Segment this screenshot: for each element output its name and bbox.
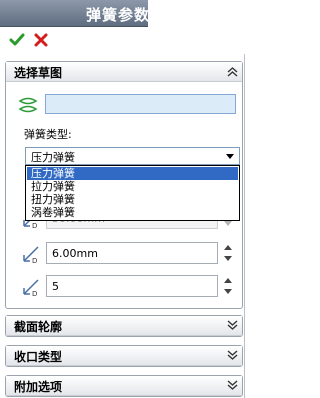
- action-bar: [0, 27, 248, 55]
- extra-section: 附加选项: [5, 375, 243, 397]
- chevron-up-icon[interactable]: [227, 66, 238, 77]
- spring-type-select[interactable]: 压力弹簧: [25, 147, 240, 165]
- chevron-down-icon[interactable]: [226, 154, 234, 159]
- spin-up-icon[interactable]: [220, 242, 236, 253]
- svg-text:D: D: [32, 222, 37, 230]
- turns-spinner[interactable]: [220, 275, 236, 297]
- spring-type-option[interactable]: 扭力弹簧: [27, 193, 238, 206]
- sketch-selection-box[interactable]: [45, 94, 236, 114]
- pitch-input[interactable]: 6.00mm: [46, 242, 218, 264]
- sketch-section: 选择草图 弹簧类型: 压力弹簧 压力弹簧 拉力弹簧 扭力弹簧 涡卷弹簧 D D …: [5, 61, 243, 309]
- chevron-down-icon[interactable]: [227, 380, 238, 391]
- turns-value: 5: [52, 280, 59, 293]
- svg-text:D: D: [32, 290, 37, 298]
- profile-section-header[interactable]: 截面轮廓: [6, 316, 242, 336]
- closure-section: 收口类型: [5, 345, 243, 367]
- profile-section: 截面轮廓: [5, 315, 243, 337]
- spring-type-option[interactable]: 涡卷弹簧: [27, 206, 238, 219]
- spring-type-dropdown: 压力弹簧 拉力弹簧 扭力弹簧 涡卷弹簧: [25, 165, 240, 221]
- extra-section-header[interactable]: 附加选项: [6, 376, 242, 396]
- chevron-down-icon[interactable]: [227, 320, 238, 331]
- spin-down-icon[interactable]: [220, 286, 236, 297]
- spring-type-label: 弹簧类型:: [24, 128, 72, 141]
- check-icon: [9, 33, 25, 46]
- svg-text:D: D: [32, 257, 37, 265]
- dimension-icon: D: [23, 246, 39, 265]
- closure-section-title: 收口类型: [14, 350, 63, 364]
- sketch-section-header[interactable]: 选择草图: [6, 62, 242, 82]
- spring-type-option[interactable]: 拉力弹簧: [27, 180, 238, 193]
- panel-title: 弹簧参数: [86, 6, 151, 24]
- profile-section-title: 截面轮廓: [14, 320, 63, 334]
- spring-parameters-panel: 弹簧参数 选择草图 弹簧类型: 压力弹簧 压力弹簧 拉力弹簧 扭力弹簧 涡卷弹簧…: [0, 0, 248, 398]
- spring-type-selected: 压力弹簧: [31, 151, 75, 164]
- pitch-spinner[interactable]: [220, 242, 236, 264]
- x-icon: [34, 33, 48, 47]
- sketch-section-title: 选择草图: [14, 66, 63, 80]
- extra-section-title: 附加选项: [14, 380, 63, 394]
- spin-down-icon[interactable]: [220, 253, 236, 264]
- pitch-value: 6.00mm: [52, 247, 98, 260]
- spring-type-option[interactable]: 压力弹簧: [27, 167, 238, 180]
- dimension-icon: D: [23, 279, 39, 298]
- cancel-button[interactable]: [33, 32, 49, 48]
- closure-section-header[interactable]: 收口类型: [6, 346, 242, 366]
- spin-up-icon[interactable]: [220, 275, 236, 286]
- sketch-selection-icon: [18, 97, 38, 113]
- scroll-edge: [244, 54, 245, 398]
- chevron-down-icon[interactable]: [227, 350, 238, 361]
- turns-input[interactable]: 5: [46, 275, 218, 297]
- ok-button[interactable]: [9, 32, 25, 48]
